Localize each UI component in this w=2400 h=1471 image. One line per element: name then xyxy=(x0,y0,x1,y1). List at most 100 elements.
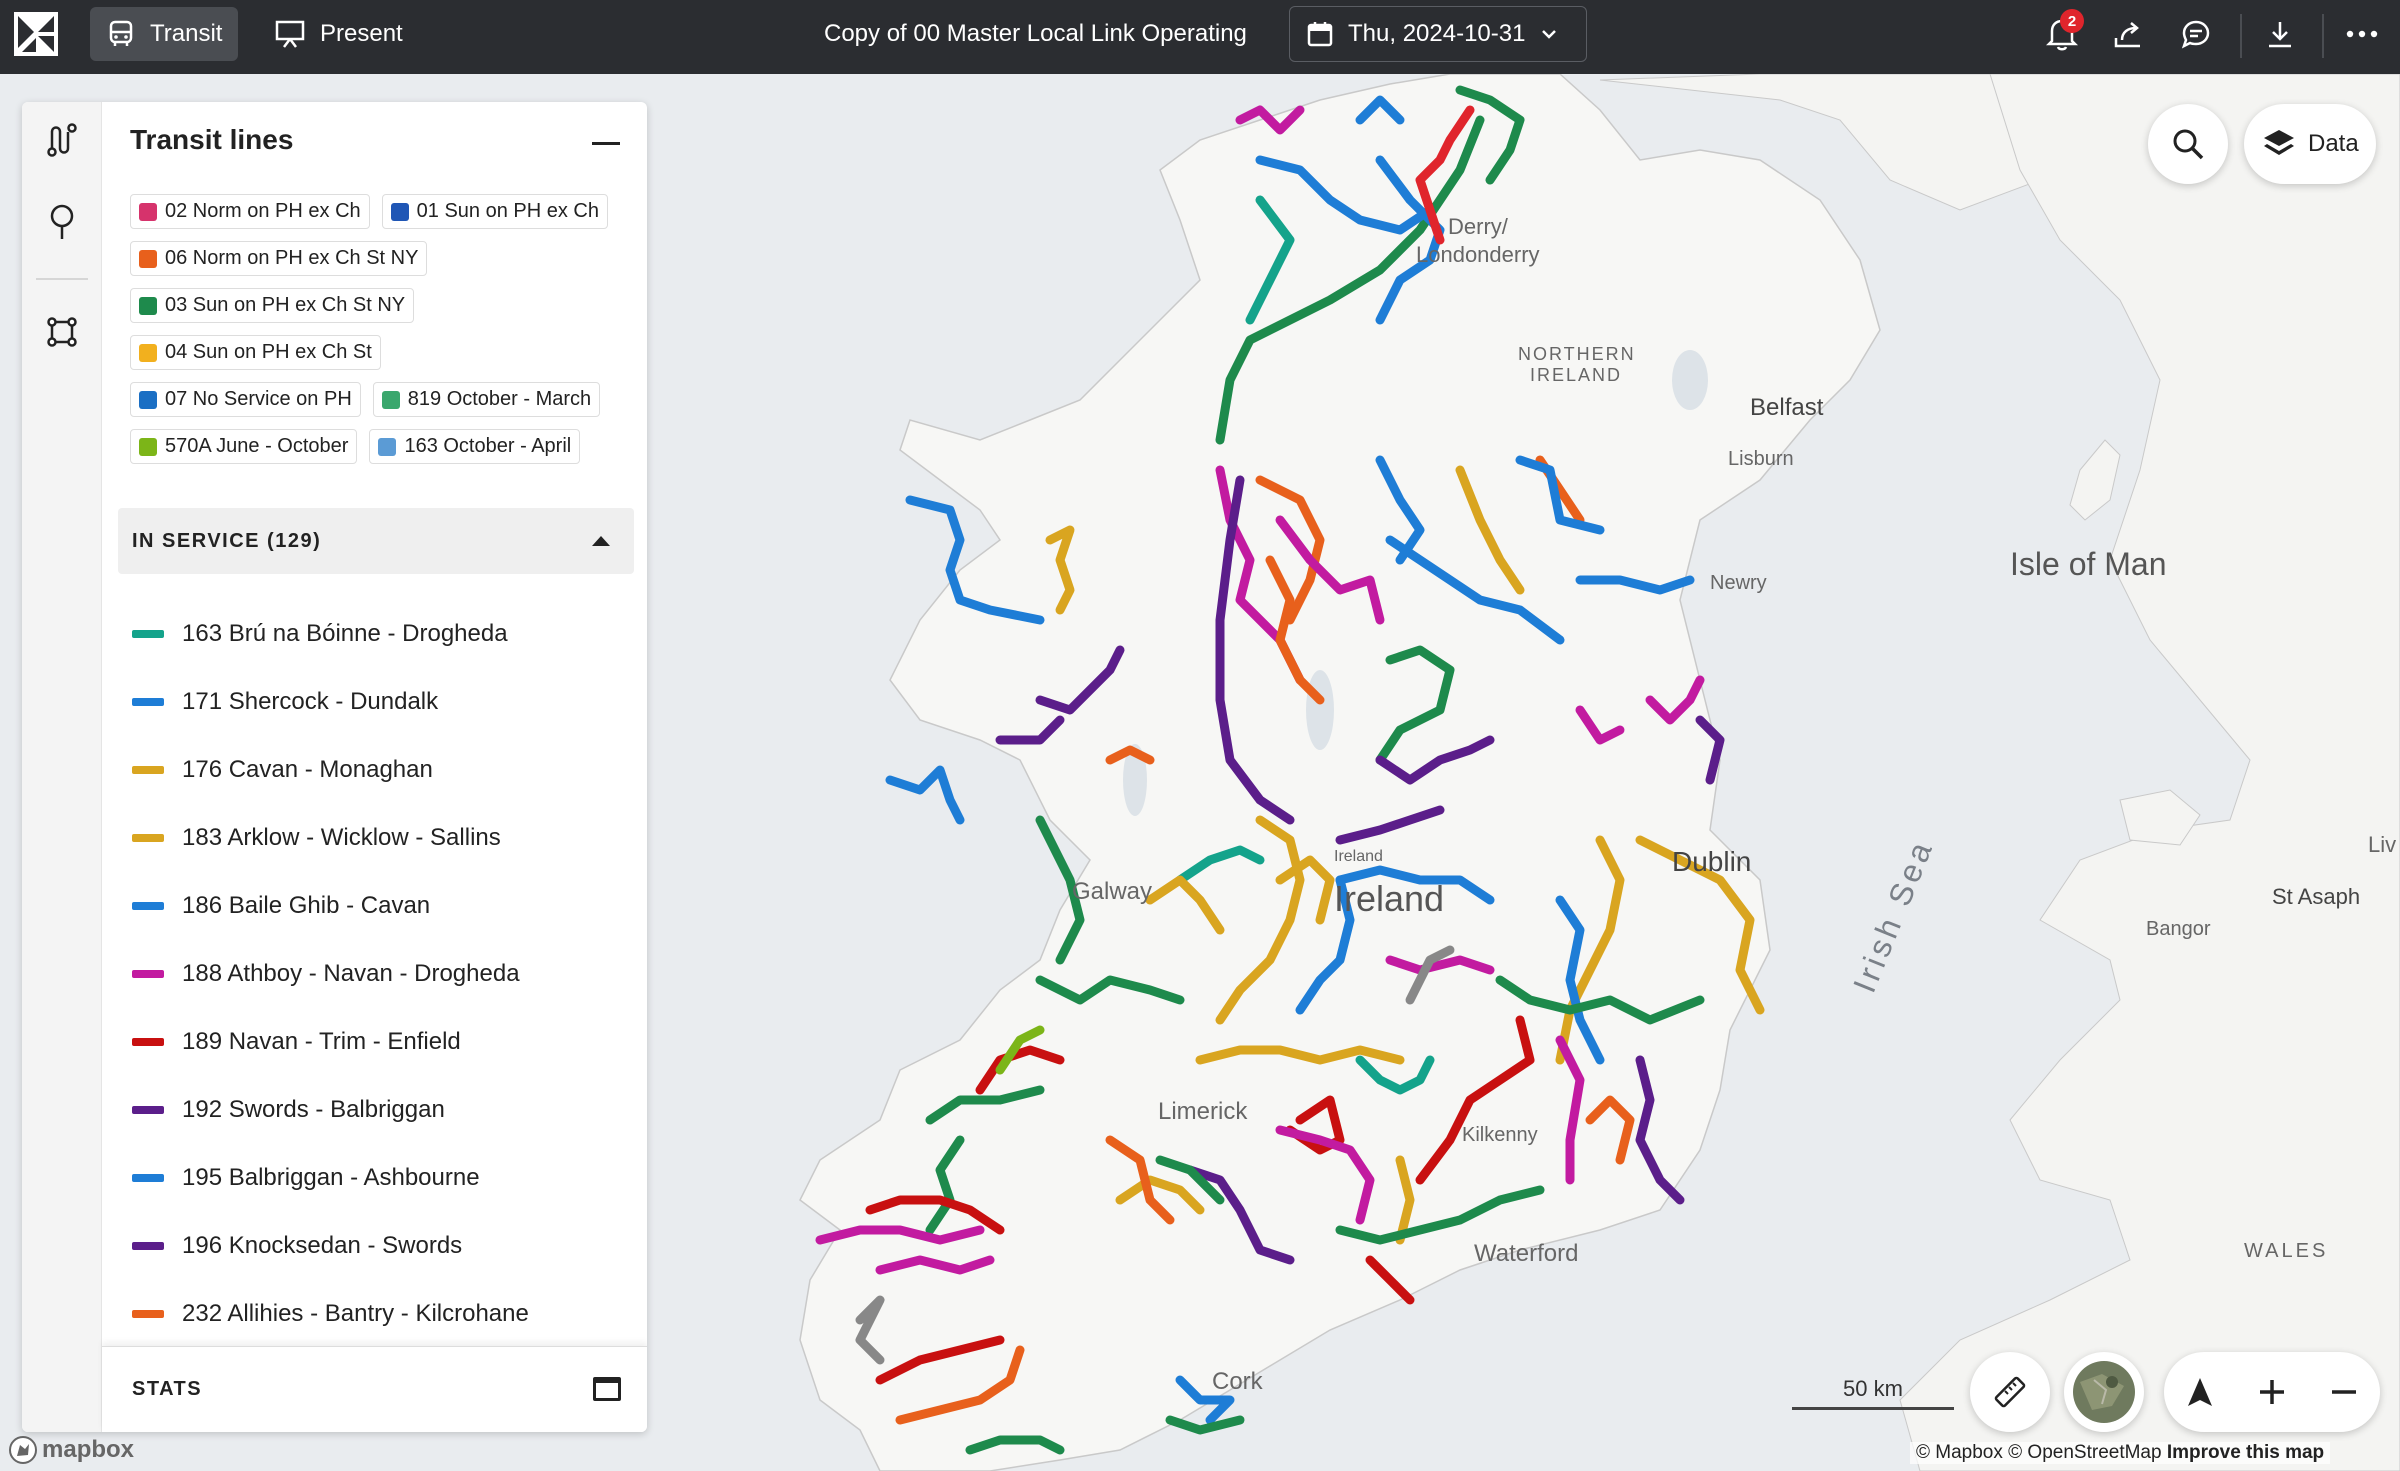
line-color-swatch xyxy=(132,834,164,842)
map-label-cork: Cork xyxy=(1212,1368,1263,1395)
map-label-liv: Liv xyxy=(2368,832,2397,857)
rail-divider xyxy=(36,278,88,280)
transit-mode-button[interactable]: Transit xyxy=(90,7,239,61)
legend-label: 570A June - October xyxy=(165,435,349,457)
toolbar-divider xyxy=(2322,14,2324,58)
legend-label: 03 Sun on PH ex Ch St NY xyxy=(165,294,406,316)
map-label-waterford: Waterford xyxy=(1474,1240,1579,1267)
caret-up-icon xyxy=(592,536,610,546)
date-label: Thu, 2024-10-31 xyxy=(1348,20,1526,47)
compass-arrow-icon xyxy=(2188,1378,2212,1406)
areas-tab[interactable] xyxy=(42,312,82,352)
legend-chip[interactable]: 06 Norm on PH ex Ch St NY xyxy=(130,241,428,276)
line-label: 192 Swords - Balbriggan xyxy=(182,1096,445,1123)
panel-rail xyxy=(22,102,102,1432)
date-picker-button[interactable]: Thu, 2024-10-31 xyxy=(1289,6,1587,62)
map-label-wales: WALES xyxy=(2244,1240,2329,1262)
presentation-icon xyxy=(275,20,305,48)
stats-label: STATS xyxy=(132,1378,203,1400)
list-item[interactable]: 189 Navan - Trim - Enfield xyxy=(132,1008,632,1076)
plus-icon xyxy=(2260,1380,2284,1404)
legend-swatch xyxy=(139,437,157,456)
line-color-swatch xyxy=(132,1310,164,1318)
app-logo-icon[interactable] xyxy=(14,12,58,56)
present-mode-label: Present xyxy=(320,20,403,47)
satellite-thumbnail-icon xyxy=(2073,1361,2135,1423)
legend-label: 819 October - March xyxy=(407,388,592,410)
list-item[interactable]: 176 Cavan - Monaghan xyxy=(132,736,632,804)
attribution-text[interactable]: © Mapbox © OpenStreetMap xyxy=(1916,1442,2162,1463)
legend-swatch xyxy=(139,296,157,315)
chevron-down-icon xyxy=(1542,30,1557,39)
zoom-out-button[interactable] xyxy=(2308,1352,2380,1432)
legend-chip[interactable]: 01 Sun on PH ex Ch xyxy=(381,194,608,229)
list-item[interactable]: 183 Arklow - Wicklow - Sallins xyxy=(132,804,632,872)
map-label-bangor: Bangor xyxy=(2146,918,2211,940)
map-label-londonderry: Londonderry xyxy=(1416,242,1540,267)
mapbox-logo[interactable]: mapbox xyxy=(8,1434,134,1466)
list-item[interactable]: 196 Knocksedan - Swords xyxy=(132,1212,632,1280)
map-attribution: © Mapbox © OpenStreetMap Improve this ma… xyxy=(1910,1442,2331,1464)
route-icon xyxy=(47,123,77,157)
legend-chip[interactable]: 02 Norm on PH ex Ch xyxy=(130,194,370,229)
map-label-newry: Newry xyxy=(1710,572,1767,594)
transit-lines-tab[interactable] xyxy=(42,120,82,160)
document-title: Copy of 00 Master Local Link Operating xyxy=(824,20,1247,47)
more-icon xyxy=(2346,30,2378,38)
more-options-button[interactable] xyxy=(2342,14,2382,54)
zoom-in-button[interactable] xyxy=(2236,1352,2308,1432)
list-item[interactable]: 232 Allihies - Bantry - Kilcrohane xyxy=(132,1280,632,1348)
legend-label: 04 Sun on PH ex Ch St xyxy=(165,341,372,363)
map-search-button[interactable] xyxy=(2148,104,2228,184)
comments-button[interactable] xyxy=(2176,14,2216,54)
legend-label: 02 Norm on PH ex Ch xyxy=(165,200,361,222)
share-button[interactable] xyxy=(2108,14,2148,54)
list-item[interactable]: 163 Brú na Bóinne - Drogheda xyxy=(132,600,632,668)
line-label: 186 Baile Ghib - Cavan xyxy=(182,892,431,919)
line-color-swatch xyxy=(132,630,164,638)
collapse-panel-button[interactable] xyxy=(592,142,620,145)
north-arrow-button[interactable] xyxy=(2164,1352,2236,1432)
line-label: 189 Navan - Trim - Enfield xyxy=(182,1028,461,1055)
legend-chip[interactable]: 819 October - March xyxy=(372,382,601,417)
data-layers-button[interactable]: Data xyxy=(2244,104,2376,184)
stops-tab[interactable] xyxy=(42,202,82,242)
legend-chip[interactable]: 03 Sun on PH ex Ch St NY xyxy=(130,288,415,323)
map-label-isle-of-man: Isle of Man xyxy=(2010,546,2167,582)
search-icon xyxy=(2173,129,2204,160)
in-service-section-header[interactable]: IN SERVICE (129) xyxy=(118,508,634,574)
legend-chip[interactable]: 163 October - April xyxy=(369,429,581,464)
download-button[interactable] xyxy=(2260,14,2300,54)
legend-label: 07 No Service on PH xyxy=(165,388,352,410)
improve-map-link[interactable]: Improve this map xyxy=(2167,1442,2324,1463)
legend-swatch xyxy=(139,202,157,221)
line-label: 176 Cavan - Monaghan xyxy=(182,756,433,783)
map-label-northern: NORTHERN xyxy=(1518,344,1636,364)
line-color-swatch xyxy=(132,970,164,978)
service-legend: 02 Norm on PH ex Ch 01 Sun on PH ex Ch 0… xyxy=(130,194,640,476)
legend-chip[interactable]: 07 No Service on PH xyxy=(130,382,361,417)
transit-lines-panel: Transit lines 02 Norm on PH ex Ch 01 Sun… xyxy=(22,102,647,1432)
legend-swatch xyxy=(390,202,409,221)
bus-icon xyxy=(109,20,133,46)
list-item[interactable]: 192 Swords - Balbriggan xyxy=(132,1076,632,1144)
stats-section-header[interactable]: STATS xyxy=(102,1346,647,1432)
scale-bar: 50 km xyxy=(1792,1376,1954,1410)
list-item[interactable]: 195 Balbriggan - Ashbourne xyxy=(132,1144,632,1212)
present-mode-button[interactable]: Present xyxy=(258,7,419,61)
download-icon xyxy=(2269,22,2291,48)
panel-title: Transit lines xyxy=(130,124,294,155)
legend-chip[interactable]: 570A June - October xyxy=(130,429,358,464)
list-item[interactable]: 188 Athboy - Navan - Drogheda xyxy=(132,940,632,1008)
list-item[interactable]: 171 Shercock - Dundalk xyxy=(132,668,632,736)
line-label: 195 Balbriggan - Ashbourne xyxy=(182,1164,480,1191)
ruler-icon xyxy=(1994,1376,2026,1408)
legend-chip[interactable]: 04 Sun on PH ex Ch St xyxy=(130,335,381,370)
map-label-belfast: Belfast xyxy=(1750,394,1824,421)
legend-label: 06 Norm on PH ex Ch St NY xyxy=(165,247,419,269)
comment-icon xyxy=(2181,20,2210,49)
list-item[interactable]: 186 Baile Ghib - Cavan xyxy=(132,872,632,940)
satellite-toggle-button[interactable] xyxy=(2064,1352,2144,1432)
measure-button[interactable] xyxy=(1970,1352,2050,1432)
line-label: 171 Shercock - Dundalk xyxy=(182,688,439,715)
